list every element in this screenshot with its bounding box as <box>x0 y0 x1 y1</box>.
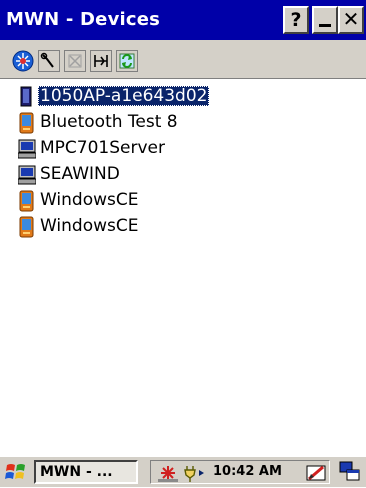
device-name: 1050AP-a1e643d02 <box>38 86 210 106</box>
device-name: SEAWIND <box>40 164 120 184</box>
device-name: MPC701Server <box>40 138 165 158</box>
pda-icon <box>18 190 36 212</box>
device-name: WindowsCE <box>40 216 139 236</box>
connect-icon[interactable] <box>90 50 112 72</box>
pda-icon <box>18 216 36 238</box>
taskbar-task-button[interactable]: MWN - ... <box>34 460 138 484</box>
windows-start-icon[interactable] <box>4 461 30 483</box>
power-plug-icon[interactable] <box>181 463 209 487</box>
refresh-icon[interactable] <box>116 50 138 72</box>
system-tray: 10:42 AM <box>150 460 330 484</box>
input-panel-icon[interactable] <box>305 462 329 488</box>
desktop-switch-icon[interactable] <box>338 460 362 488</box>
title-bar: MWN - Devices ? ✕ <box>0 0 366 40</box>
network-status-icon[interactable] <box>157 463 179 487</box>
network-globe-icon[interactable] <box>12 50 34 72</box>
clock[interactable]: 10:42 AM <box>213 464 282 479</box>
device-name: Bluetooth Test 8 <box>40 112 178 132</box>
device-name: WindowsCE <box>40 190 139 210</box>
help-button[interactable]: ? <box>283 6 309 34</box>
window-title: MWN - Devices <box>6 9 161 30</box>
close-button[interactable]: ✕ <box>338 6 364 34</box>
access-point-icon <box>18 86 36 108</box>
toolbar <box>0 40 366 79</box>
computer-icon <box>17 164 37 186</box>
device-list: 1050AP-a1e643d02 Bluetooth Test 8 MPC701… <box>0 80 366 456</box>
taskbar: MWN - ... 10:42 AM <box>0 456 366 487</box>
wrench-icon[interactable] <box>38 50 60 72</box>
computer-icon <box>17 138 37 160</box>
pda-icon <box>18 112 36 134</box>
disabled-x-icon <box>64 50 86 72</box>
minimize-button[interactable] <box>312 6 338 34</box>
